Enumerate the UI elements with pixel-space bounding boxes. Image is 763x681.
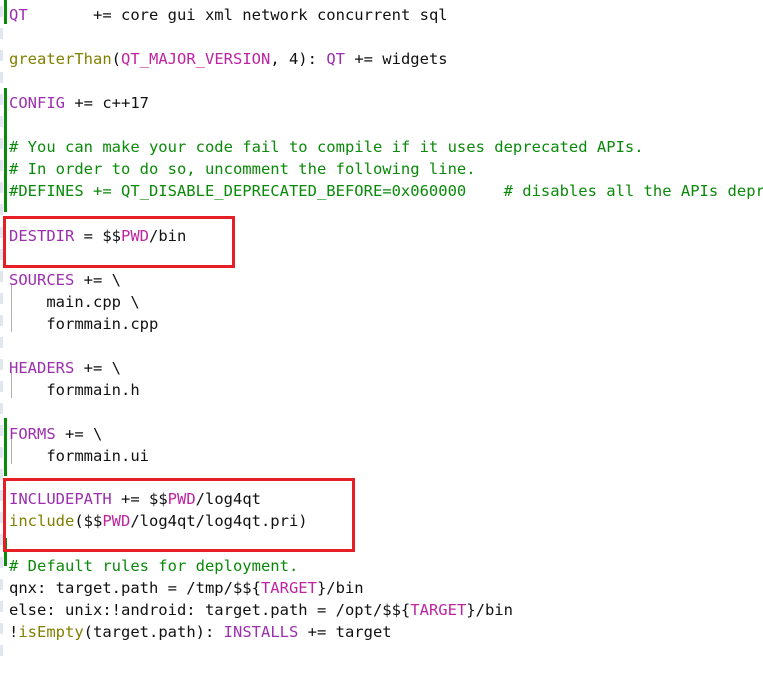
code-line[interactable]: CONFIG += c++17 (9, 92, 149, 114)
code-token: QT (326, 50, 345, 68)
code-token: QT (9, 6, 28, 24)
code-line[interactable]: QT += core gui xml network concurrent sq… (9, 4, 448, 26)
code-token: isEmpty (18, 623, 84, 641)
code-token: }/bin (316, 579, 364, 597)
code-token: INCLUDEPATH (9, 490, 112, 508)
code-line[interactable]: INCLUDEPATH += $$PWD/log4qt (9, 488, 261, 510)
code-token: += target (298, 623, 392, 641)
code-token: PWD (102, 512, 131, 530)
code-token: , 4): (270, 50, 327, 68)
code-token: /log4qt/log4qt.pri) (130, 512, 308, 530)
code-token: else: unix:!android: target.path = /opt/… (9, 601, 411, 619)
code-line[interactable]: #DEFINES += QT_DISABLE_DEPRECATED_BEFORE… (9, 180, 763, 202)
code-token: formmain.h (9, 381, 140, 399)
code-token: = $$ (74, 227, 121, 245)
code-token: # Default rules for deployment. (9, 557, 299, 575)
code-token: += core gui xml network concurrent sql (27, 6, 448, 24)
code-token: qnx: target.path = /tmp/$${ (9, 579, 261, 597)
code-line[interactable]: # In order to do so, uncomment the follo… (9, 158, 476, 180)
code-token: += $$ (111, 490, 168, 508)
code-token: ( (111, 50, 121, 68)
code-line[interactable]: formmain.ui (9, 445, 149, 467)
code-line[interactable]: else: unix:!android: target.path = /opt/… (9, 599, 513, 621)
code-token: FORMS (9, 425, 56, 443)
code-token: CONFIG (9, 94, 65, 112)
code-token: DESTDIR (9, 227, 75, 245)
code-token: INSTALLS (223, 623, 299, 641)
code-token: PWD (121, 227, 149, 245)
code-line[interactable]: SOURCES += \ (9, 269, 121, 291)
code-token: += c++17 (65, 94, 149, 112)
code-token: HEADERS (9, 359, 75, 377)
code-token: /log4qt (195, 490, 261, 508)
code-token: formmain.ui (9, 447, 149, 465)
code-editor-pane[interactable]: QT += core gui xml network concurrent sq… (0, 0, 763, 681)
code-token: TARGET (260, 579, 317, 597)
code-token: PWD (167, 490, 196, 508)
code-token: include (9, 512, 75, 530)
code-line[interactable]: DESTDIR = $$PWD/bin (9, 225, 186, 247)
code-token: ! (9, 623, 19, 641)
code-token: += \ (74, 359, 121, 377)
code-token: # You can make your code fail to compile… (9, 138, 644, 156)
code-token: QT_MAJOR_VERSION (121, 50, 271, 68)
code-line[interactable]: greaterThan(QT_MAJOR_VERSION, 4): QT += … (9, 48, 448, 70)
code-token: += \ (55, 425, 103, 443)
code-line[interactable]: formmain.cpp (9, 313, 158, 335)
code-token: formmain.cpp (9, 315, 159, 333)
code-token: ($$ (74, 512, 103, 530)
code-token: += widgets (344, 50, 448, 68)
code-line[interactable]: qnx: target.path = /tmp/$${TARGET}/bin (9, 577, 364, 599)
code-token: #DEFINES += QT_DISABLE_DEPRECATED_BEFORE… (9, 182, 763, 200)
code-token: (target.path): (83, 623, 224, 641)
code-line[interactable]: !isEmpty(target.path): INSTALLS += targe… (9, 621, 392, 643)
code-token: # In order to do so, uncomment the follo… (9, 160, 476, 178)
code-line[interactable]: HEADERS += \ (9, 357, 121, 379)
code-token: += \ (74, 271, 121, 289)
code-line[interactable]: FORMS += \ (9, 423, 102, 445)
code-token: TARGET (410, 601, 467, 619)
code-token: main.cpp \ (9, 293, 140, 311)
code-line[interactable]: # You can make your code fail to compile… (9, 136, 644, 158)
code-line[interactable]: # Default rules for deployment. (9, 555, 298, 577)
code-token: /bin (149, 227, 187, 245)
code-text-area[interactable]: QT += core gui xml network concurrent sq… (0, 0, 763, 681)
code-token: }/bin (466, 601, 513, 619)
code-line[interactable]: formmain.h (9, 379, 140, 401)
code-token: SOURCES (9, 271, 75, 289)
code-line[interactable]: main.cpp \ (9, 291, 140, 313)
code-token: greaterThan (9, 50, 112, 68)
code-line[interactable]: include($$PWD/log4qt/log4qt.pri) (9, 510, 308, 532)
